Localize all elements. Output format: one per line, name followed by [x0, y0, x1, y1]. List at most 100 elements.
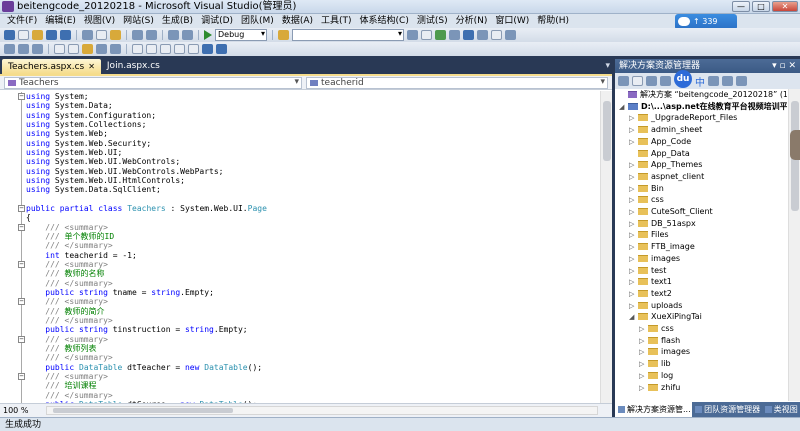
collapse-region-icon[interactable]: − — [18, 204, 25, 212]
copy-icon[interactable] — [96, 30, 107, 40]
expand-arrow-icon[interactable]: ◢ — [619, 102, 628, 114]
code-editor[interactable]: Teachers teacherid using System;−using S… — [0, 74, 612, 417]
table-icon[interactable] — [146, 44, 157, 54]
tab-team-explorer[interactable]: 团队资源管理器 — [692, 402, 762, 417]
scroll-thumb[interactable] — [603, 101, 611, 161]
editor-vertical-scrollbar[interactable] — [600, 91, 612, 405]
code-line[interactable]: using System.Collections; — [0, 120, 600, 129]
comment-icon[interactable] — [18, 44, 29, 54]
tree-item[interactable]: ▷ css — [639, 323, 674, 335]
collapse-region-icon[interactable]: − — [18, 298, 25, 306]
tree-item[interactable]: ▷ Bin — [629, 183, 664, 195]
code-line[interactable]: /// </summary> — [0, 353, 600, 362]
menu-item[interactable]: 文件(F) — [3, 14, 41, 28]
menu-item[interactable]: 编辑(E) — [41, 14, 80, 28]
menu-item[interactable]: 体系结构(C) — [356, 14, 413, 28]
menu-item[interactable]: 帮助(H) — [533, 14, 573, 28]
code-line[interactable]: using System; − — [0, 92, 600, 101]
menu-item[interactable]: 调试(D) — [197, 14, 237, 28]
tab-dropdown-icon[interactable]: ▾ — [605, 61, 610, 71]
format-icon[interactable] — [132, 44, 143, 54]
scroll-thumb[interactable] — [53, 408, 233, 413]
tree-item[interactable]: ▷ _UpgradeReport_Files — [629, 112, 737, 124]
menu-item[interactable]: 网站(S) — [119, 14, 158, 28]
close-button[interactable]: ✕ — [772, 1, 798, 12]
menu-item[interactable]: 团队(M) — [237, 14, 278, 28]
link-icon[interactable] — [202, 44, 213, 54]
tree-item[interactable]: ▷ images — [629, 253, 680, 265]
code-line[interactable]: using System.Web; — [0, 129, 600, 138]
menu-item[interactable]: 工具(T) — [317, 14, 356, 28]
baidu-input-icon[interactable]: du — [674, 70, 692, 88]
punctuation-icon[interactable] — [708, 76, 719, 86]
tree-item[interactable]: App_Data — [629, 148, 690, 160]
collapse-region-icon[interactable]: − — [18, 93, 25, 100]
tab-join-aspx-cs[interactable]: Join.aspx.cs — [101, 59, 166, 74]
code-line[interactable]: /// <summary> − — [0, 223, 600, 232]
member-dropdown[interactable]: teacherid — [306, 77, 608, 89]
cut-icon[interactable] — [82, 30, 93, 40]
prev-bookmark-icon[interactable] — [96, 44, 107, 54]
collapse-region-icon[interactable]: − — [18, 335, 25, 343]
code-line[interactable] — [0, 195, 600, 204]
save-icon[interactable] — [46, 30, 57, 40]
tab-solution-explorer[interactable]: 解决方案资源管... — [615, 402, 693, 417]
tree-item[interactable]: ▷ log — [639, 370, 673, 382]
expand-arrow-icon[interactable]: ▷ — [639, 383, 648, 395]
view-code-icon[interactable] — [660, 76, 671, 86]
code-line[interactable]: /// </summary> — [0, 241, 600, 250]
navigate-forward-icon[interactable] — [182, 30, 193, 40]
code-line[interactable]: /// <summary> − — [0, 260, 600, 269]
menu-item[interactable]: 测试(S) — [413, 14, 452, 28]
tree-item[interactable]: ▷ App_Themes — [629, 159, 702, 171]
validation-icon[interactable] — [216, 44, 227, 54]
tree-item[interactable]: ▷ uploads — [629, 300, 682, 312]
code-line[interactable]: using System.Data.SqlClient; — [0, 185, 600, 194]
find-in-files-icon[interactable] — [278, 30, 289, 40]
panel-controls[interactable]: ▾ ▫ ✕ — [772, 59, 796, 73]
tree-item[interactable]: ▷ aspnet_client — [629, 171, 704, 183]
tree-item[interactable]: ◢ XueXiPingTai — [629, 311, 702, 323]
collapse-region-icon[interactable]: − — [18, 372, 25, 380]
code-line[interactable]: /// 教师的简介 — [0, 307, 600, 316]
extension-manager-icon[interactable] — [491, 30, 502, 40]
expand-arrow-icon[interactable]: ◢ — [629, 312, 638, 324]
tree-item[interactable]: ▷ DB_51aspx — [629, 218, 696, 230]
tree-item[interactable]: ◢ D:\...\asp.net在线教育平台视频培训平台源码 — [619, 101, 787, 113]
collapse-region-icon[interactable]: − — [18, 260, 25, 268]
tree-item[interactable]: ▷ text1 — [629, 276, 672, 288]
find-icon[interactable] — [407, 30, 418, 40]
code-line[interactable]: public DataTable dtTeacher = new DataTab… — [0, 363, 600, 372]
menu-item[interactable]: 生成(B) — [158, 14, 197, 28]
tree-item[interactable]: ▷ CuteSoft_Client — [629, 206, 713, 218]
code-line[interactable]: /// 教师列表 — [0, 344, 600, 353]
tree-item[interactable]: ▷ App_Code — [629, 136, 691, 148]
code-line[interactable]: /// 教师的名称 — [0, 269, 600, 278]
code-line[interactable]: /// </summary> — [0, 391, 600, 400]
redo-icon[interactable] — [146, 30, 157, 40]
code-line[interactable]: using System.Web.UI.WebControls.WebParts… — [0, 167, 600, 176]
tree-item[interactable]: ▷ admin_sheet — [629, 124, 702, 136]
indent-icon[interactable] — [54, 44, 65, 54]
add-item-icon[interactable] — [18, 30, 29, 40]
object-browser-icon[interactable] — [449, 30, 460, 40]
code-line[interactable]: public string tinstruction = string.Empt… — [0, 325, 600, 334]
form-icon[interactable] — [160, 44, 171, 54]
tree-item[interactable]: ▷ css — [629, 194, 664, 206]
toolbar-options-icon[interactable] — [505, 30, 516, 40]
start-page-icon[interactable] — [477, 30, 488, 40]
code-line[interactable]: using System.Web.UI.WebControls; — [0, 157, 600, 166]
tab-teachers-aspx-cs[interactable]: Teachers.aspx.cs ✕ — [2, 59, 101, 74]
start-debugging-icon[interactable] — [204, 30, 212, 40]
outdent-icon[interactable] — [68, 44, 79, 54]
floating-avatar[interactable] — [790, 130, 800, 160]
tree-item[interactable]: ▷ Files — [629, 229, 669, 241]
undo-icon[interactable] — [132, 30, 143, 40]
code-line[interactable]: using System.Web.Security; — [0, 139, 600, 148]
code-line[interactable]: public partial class Teachers : System.W… — [0, 204, 600, 213]
tree-item[interactable]: ▷ FTB_image — [629, 241, 695, 253]
menu-item[interactable]: 分析(N) — [452, 14, 492, 28]
minimize-button[interactable]: — — [732, 1, 750, 12]
image-icon[interactable] — [188, 44, 199, 54]
code-line[interactable]: using System.Web.UI; — [0, 148, 600, 157]
